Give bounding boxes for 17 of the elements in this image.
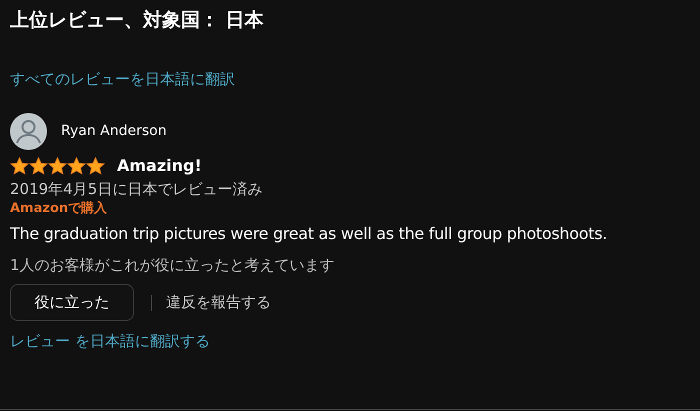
- report-link[interactable]: 違反を報告する: [166, 291, 271, 314]
- verified-purchase-label: Amazonで購入: [10, 200, 108, 218]
- star-icon: [67, 157, 86, 175]
- section-heading: 上位レビュー、対象国： 日本: [10, 8, 265, 33]
- star-icon: [86, 157, 105, 175]
- star-icon: [10, 157, 29, 175]
- helpful-button[interactable]: 役に立った: [10, 284, 134, 321]
- review-date: 2019年4月5日に日本でレビュー済み: [10, 179, 262, 200]
- reviewer-name: Ryan Anderson: [61, 122, 167, 141]
- review-body: The graduation trip pictures were great as well as the full group photoshoots.: [10, 223, 608, 245]
- translate-all-link[interactable]: すべてのレビューを日本語に翻訳: [10, 68, 235, 90]
- star-icon: [48, 157, 67, 175]
- review-title[interactable]: Amazing!: [117, 154, 202, 178]
- avatar-icon: [10, 113, 47, 150]
- translate-review-link[interactable]: レビュー を日本語に翻訳する: [10, 330, 210, 352]
- helpful-count: 1人のお客様がこれが役に立ったと考えています: [10, 255, 335, 276]
- star-icon: [29, 157, 48, 175]
